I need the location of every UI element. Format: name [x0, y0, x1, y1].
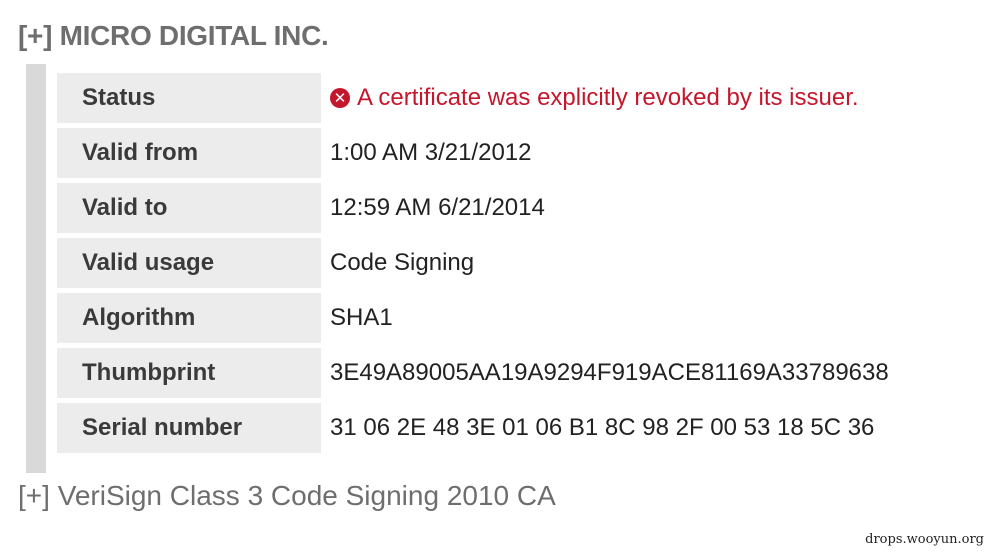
status-row: Status ✕ A certificate was explicitly re…	[57, 73, 957, 123]
thumbprint-value: 3E49A89005AA19A9294F919ACE81169A33789638	[330, 359, 889, 386]
valid-from-row: Valid from 1:00 AM 3/21/2012	[57, 128, 957, 178]
status-label: Status	[57, 73, 321, 123]
issuer-name: VeriSign Class 3 Code Signing 2010 CA	[57, 480, 556, 511]
status-value: ✕ A certificate was explicitly revoked b…	[321, 84, 859, 112]
algorithm-label: Algorithm	[57, 293, 321, 343]
thumbprint-row: Thumbprint 3E49A89005AA19A9294F919ACE811…	[57, 348, 957, 398]
issuer-toggle-indicator: [+]	[18, 480, 50, 511]
tree-indent-line	[26, 64, 46, 473]
error-x-circle-icon: ✕	[330, 88, 350, 108]
status-message: A certificate was explicitly revoked by …	[357, 84, 859, 111]
valid-to-row: Valid to 12:59 AM 6/21/2014	[57, 183, 957, 233]
serial-number-label: Serial number	[57, 403, 321, 453]
thumbprint-label: Thumbprint	[57, 348, 321, 398]
signer-name: MICRO DIGITAL INC.	[59, 20, 329, 51]
algorithm-row: Algorithm SHA1	[57, 293, 957, 343]
signer-toggle[interactable]: [+] MICRO DIGITAL INC.	[18, 20, 329, 52]
signer-toggle-indicator: [+]	[18, 20, 53, 51]
valid-to-label: Valid to	[57, 183, 321, 233]
valid-usage-row: Valid usage Code Signing	[57, 238, 957, 288]
valid-from-value: 1:00 AM 3/21/2012	[330, 139, 532, 166]
valid-to-value: 12:59 AM 6/21/2014	[330, 194, 545, 221]
serial-number-row: Serial number 31 06 2E 48 3E 01 06 B1 8C…	[57, 403, 957, 453]
valid-from-label: Valid from	[57, 128, 321, 178]
algorithm-value: SHA1	[330, 304, 393, 331]
issuer-toggle[interactable]: [+] VeriSign Class 3 Code Signing 2010 C…	[18, 480, 556, 512]
valid-usage-value: Code Signing	[330, 249, 475, 276]
certificate-details-table: Status ✕ A certificate was explicitly re…	[57, 73, 957, 458]
serial-number-value: 31 06 2E 48 3E 01 06 B1 8C 98 2F 00 53 1…	[330, 414, 875, 441]
watermark: drops.wooyun.org	[865, 532, 984, 547]
valid-usage-label: Valid usage	[57, 238, 321, 288]
